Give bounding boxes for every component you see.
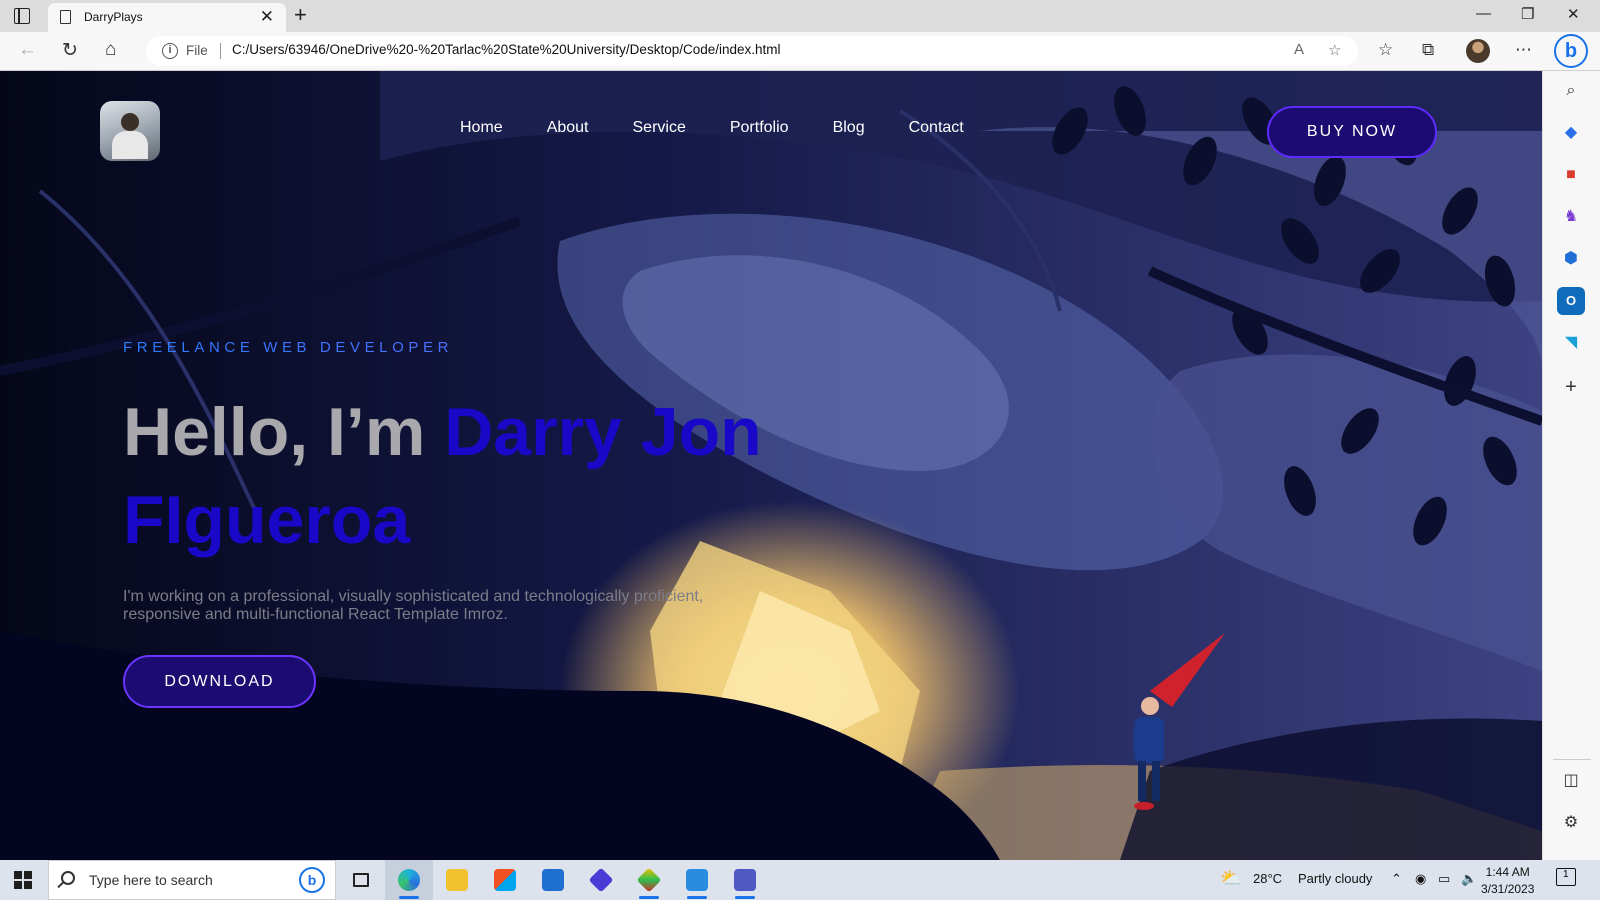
windows-taskbar: Type here to search b ⛅ 28°C Partly clou… bbox=[0, 860, 1600, 900]
weather-condition[interactable]: Partly cloudy bbox=[1298, 871, 1372, 886]
taskbar-search[interactable]: Type here to search b bbox=[48, 860, 336, 900]
back-icon[interactable]: ← bbox=[18, 39, 37, 61]
shopping-icon[interactable]: ◆ bbox=[1557, 119, 1585, 147]
collections-icon[interactable]: ⧉ bbox=[1422, 40, 1434, 60]
refresh-icon[interactable]: ↻ bbox=[62, 39, 78, 62]
close-tab-icon[interactable]: ✕ bbox=[260, 7, 274, 27]
teams-icon[interactable] bbox=[721, 860, 769, 900]
bing-chat-icon[interactable]: b bbox=[1554, 34, 1588, 68]
notification-count: 1 bbox=[1563, 869, 1569, 880]
vscode-icon[interactable] bbox=[673, 860, 721, 900]
store-icon[interactable] bbox=[481, 860, 529, 900]
site-logo[interactable] bbox=[100, 101, 160, 161]
hero-description: I'm working on a professional, visually … bbox=[123, 588, 704, 623]
read-aloud-icon[interactable]: A bbox=[1294, 41, 1304, 58]
add-sidebar-app-icon[interactable]: + bbox=[1557, 373, 1585, 401]
minimize-icon[interactable]: — bbox=[1476, 5, 1491, 22]
search-icon[interactable]: ⌕ bbox=[1557, 77, 1585, 105]
notification-center-icon[interactable]: 1 bbox=[1556, 868, 1576, 886]
site-info-icon[interactable]: i bbox=[162, 43, 178, 59]
system-clock[interactable]: 1:44 AM 3/31/2023 bbox=[1481, 864, 1534, 898]
download-button[interactable]: DOWNLOAD bbox=[123, 655, 316, 708]
more-options-icon[interactable]: ⋯ bbox=[1515, 40, 1532, 60]
browser-toolbar: ← ↻ ⌂ i File C:/Users/63946/OneDrive%20-… bbox=[0, 32, 1600, 71]
address-bar[interactable]: i File C:/Users/63946/OneDrive%20-%20Tar… bbox=[146, 36, 1358, 66]
hero-section: FREELANCE WEB DEVELOPER Hello, I’m Darry… bbox=[123, 339, 983, 708]
clock-time: 1:44 AM bbox=[1485, 865, 1530, 879]
sidebar-divider bbox=[1553, 759, 1591, 760]
new-tab-icon[interactable]: + bbox=[294, 2, 307, 28]
task-view-icon[interactable] bbox=[337, 860, 385, 900]
close-window-icon[interactable]: ✕ bbox=[1567, 5, 1580, 23]
tools-icon[interactable]: ■ bbox=[1557, 161, 1585, 189]
nav-contact[interactable]: Contact bbox=[909, 119, 964, 137]
weather-temp[interactable]: 28°C bbox=[1253, 871, 1282, 886]
browser-tab-bar: DarryPlays ✕ + — ❐ ✕ bbox=[0, 0, 1600, 32]
home-icon[interactable]: ⌂ bbox=[105, 39, 116, 61]
clock-date: 3/31/2023 bbox=[1481, 882, 1535, 896]
nav-service[interactable]: Service bbox=[633, 119, 686, 137]
search-icon bbox=[61, 871, 75, 885]
weather-icon[interactable]: ⛅ bbox=[1220, 868, 1242, 889]
hero-headline: Hello, I’m Darry Jon FIgueroa bbox=[123, 388, 983, 564]
hide-sidebar-icon[interactable]: ◫ bbox=[1557, 767, 1585, 795]
meet-now-icon[interactable]: ◉ bbox=[1415, 871, 1426, 887]
headline-greeting: Hello, I’m bbox=[123, 394, 445, 470]
page-viewport: Home About Service Portfolio Blog Contac… bbox=[0, 71, 1542, 860]
power-automate-icon[interactable] bbox=[577, 860, 625, 900]
nav-about[interactable]: About bbox=[547, 119, 589, 137]
volume-icon[interactable]: 🔈 bbox=[1461, 871, 1477, 887]
start-windows-icon[interactable] bbox=[14, 871, 32, 889]
buy-now-button[interactable]: BUY NOW bbox=[1267, 106, 1437, 158]
app-diamond-icon[interactable] bbox=[625, 860, 673, 900]
site-header: Home About Service Portfolio Blog Contac… bbox=[0, 71, 1542, 201]
search-placeholder: Type here to search bbox=[89, 872, 213, 888]
url-text[interactable]: C:/Users/63946/OneDrive%20-%20Tarlac%20S… bbox=[232, 42, 781, 57]
hero-kicker: FREELANCE WEB DEVELOPER bbox=[123, 339, 983, 356]
edge-taskbar-icon[interactable] bbox=[385, 860, 433, 900]
bing-icon[interactable]: b bbox=[299, 867, 325, 893]
browser-tab[interactable]: DarryPlays ✕ bbox=[48, 3, 286, 32]
sidebar-settings-icon[interactable]: ⚙ bbox=[1557, 809, 1585, 837]
profile-avatar[interactable] bbox=[1466, 39, 1490, 63]
battery-icon[interactable]: ▭ bbox=[1438, 871, 1450, 887]
games-icon[interactable]: ♞ bbox=[1557, 203, 1585, 231]
show-hidden-icons[interactable]: ⌃ bbox=[1391, 871, 1402, 887]
restore-icon[interactable]: ❐ bbox=[1521, 5, 1534, 23]
favorites-icon[interactable]: ☆ bbox=[1378, 40, 1393, 60]
nav-home[interactable]: Home bbox=[460, 119, 503, 137]
file-explorer-icon[interactable] bbox=[433, 860, 481, 900]
tab-actions-icon[interactable] bbox=[14, 8, 30, 24]
tab-title: DarryPlays bbox=[84, 10, 143, 24]
microsoft-365-icon[interactable]: ⬢ bbox=[1557, 245, 1585, 273]
nav-blog[interactable]: Blog bbox=[833, 119, 865, 137]
add-favorite-icon[interactable]: ☆ bbox=[1328, 41, 1341, 59]
scheme-label: File bbox=[186, 43, 208, 58]
edge-sidebar: ⌕ ◆ ■ ♞ ⬢ O ◥ + ◫ ⚙ bbox=[1542, 71, 1600, 860]
url-separator bbox=[220, 43, 221, 59]
main-nav: Home About Service Portfolio Blog Contac… bbox=[460, 119, 964, 137]
mail-icon[interactable] bbox=[529, 860, 577, 900]
outlook-icon[interactable]: O bbox=[1557, 287, 1585, 315]
page-icon bbox=[60, 10, 71, 24]
drop-icon[interactable]: ◥ bbox=[1557, 329, 1585, 357]
nav-portfolio[interactable]: Portfolio bbox=[730, 119, 789, 137]
